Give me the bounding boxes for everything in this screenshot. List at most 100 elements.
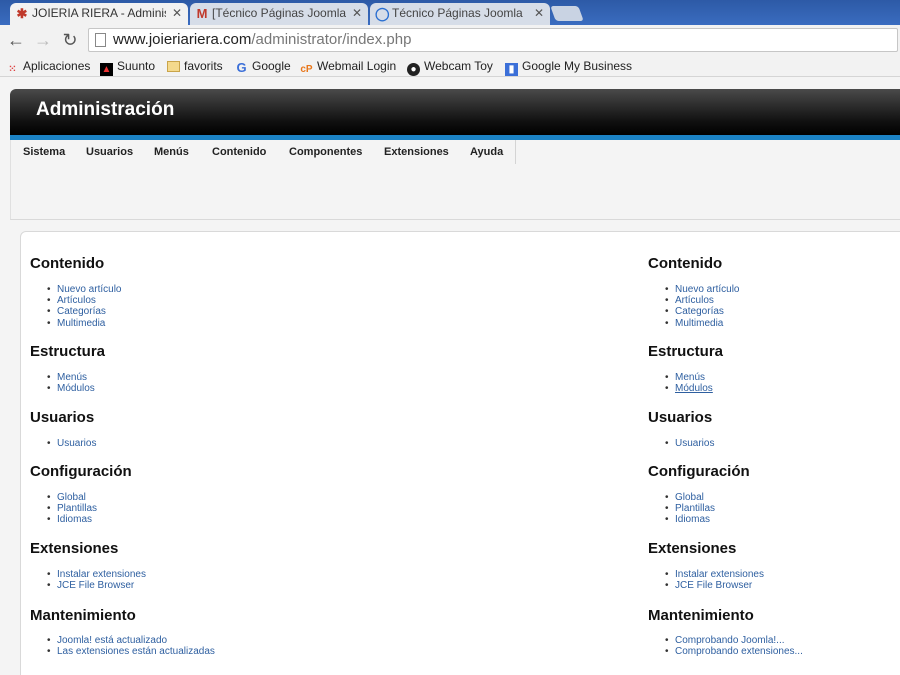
link-instalar-extensiones[interactable]: Instalar extensiones	[47, 569, 146, 580]
menu-contenido[interactable]: Contenido	[200, 140, 280, 164]
link-articulos[interactable]: Artículos	[47, 295, 121, 306]
tab-google-search[interactable]: ◯ Técnico Páginas Joomla ✕	[370, 3, 550, 25]
close-tab-icon[interactable]: ✕	[172, 3, 182, 23]
suunto-icon: ▲	[100, 63, 113, 76]
bookmark-label: Suunto	[117, 59, 156, 73]
bookmark-label: Google My Business	[522, 59, 633, 73]
link-nuevo-articulo[interactable]: Nuevo artículo	[47, 284, 122, 295]
google-icon: G	[236, 60, 247, 75]
menu-menus[interactable]: Menús	[142, 140, 202, 164]
tab-joieria-riera[interactable]: ✱ JOIERIA RIERA - Administr ✕	[10, 3, 188, 25]
bookmark-webcam-toy[interactable]: ● Webcam Toy	[407, 58, 493, 76]
page-title: Administración	[36, 99, 175, 120]
browser-tab-strip: ✱ JOIERIA RIERA - Administr ✕ M [Técnico…	[0, 0, 900, 25]
link-idiomas[interactable]: Idiomas	[47, 514, 97, 525]
menu-usuarios[interactable]: Usuarios	[74, 140, 147, 164]
link-usuarios[interactable]: Usuarios	[47, 438, 97, 449]
link-jce-file-browser[interactable]: JCE File Browser	[47, 580, 146, 591]
url-text: www.joieriariera.com/administrator/index…	[113, 31, 411, 48]
section-contenido: Contenido Nuevo artículo Artículos Categ…	[30, 255, 121, 329]
link-idiomas[interactable]: Idiomas	[665, 514, 715, 525]
section-heading: Configuración	[648, 463, 750, 480]
page-icon	[95, 33, 106, 47]
bookmark-favorits[interactable]: favorits	[167, 58, 223, 74]
section-estructura: Estructura Menús Módulos	[30, 343, 106, 395]
section-heading: Usuarios	[30, 409, 95, 426]
section-usuarios: Usuarios Usuarios	[648, 409, 714, 449]
section-heading: Estructura	[30, 343, 106, 360]
section-configuracion: Configuración Global Plantillas Idiomas	[30, 463, 132, 526]
link-nuevo-articulo[interactable]: Nuevo artículo	[665, 284, 740, 295]
bookmark-label: Aplicaciones	[23, 59, 91, 73]
back-arrow-icon[interactable]: ←	[6, 29, 26, 51]
tab-title: Técnico Páginas Joomla	[392, 6, 523, 20]
bookmark-aplicaciones[interactable]: ⁙ Aplicaciones	[6, 58, 90, 76]
menu-extensiones[interactable]: Extensiones	[372, 140, 462, 164]
section-estructura: Estructura Menús Módulos	[648, 343, 724, 395]
section-heading: Extensiones	[648, 540, 737, 557]
section-usuarios: Usuarios Usuarios	[30, 409, 96, 449]
menu-sistema[interactable]: Sistema	[11, 140, 79, 164]
webmail-icon: cP	[300, 64, 313, 75]
apps-grid-icon: ⁙	[8, 64, 17, 75]
menu-componentes[interactable]: Componentes	[277, 140, 376, 164]
link-global[interactable]: Global	[47, 492, 97, 503]
bookmark-google-my-business[interactable]: ▮ Google My Business	[505, 58, 632, 76]
section-heading: Extensiones	[30, 540, 119, 557]
link-comprobando-extensiones[interactable]: Comprobando extensiones...	[665, 646, 803, 657]
menu-ayuda[interactable]: Ayuda	[458, 140, 517, 164]
address-bar[interactable]: www.joieriariera.com/administrator/index…	[88, 28, 898, 52]
section-extensiones: Extensiones Instalar extensiones JCE Fil…	[648, 540, 764, 592]
link-menus[interactable]: Menús	[47, 372, 95, 383]
tab-title: JOIERIA RIERA - Administr	[32, 6, 166, 20]
section-heading: Contenido	[648, 255, 723, 272]
link-comprobando-joomla[interactable]: Comprobando Joomla!...	[665, 635, 803, 646]
link-multimedia[interactable]: Multimedia	[665, 318, 739, 329]
bookmark-google[interactable]: G Google	[235, 58, 291, 75]
section-heading: Estructura	[648, 343, 724, 360]
url-path: /administrator/index.php	[251, 31, 412, 48]
control-panel: Contenido Nuevo artículo Artículos Categ…	[20, 231, 900, 675]
section-heading: Usuarios	[648, 409, 713, 426]
tab-gmail[interactable]: M [Técnico Páginas Joomla] ✕	[190, 3, 368, 25]
link-categorias[interactable]: Categorías	[665, 306, 739, 317]
bookmark-suunto[interactable]: ▲ Suunto	[100, 58, 155, 76]
bookmark-webmail-login[interactable]: cP Webmail Login	[300, 58, 396, 76]
joomla-logo-icon: ✱	[16, 6, 28, 21]
link-menus[interactable]: Menús	[665, 372, 713, 383]
google-search-icon: ◯	[375, 6, 390, 21]
forward-arrow-icon[interactable]: →	[33, 29, 53, 51]
admin-page: Administración Sistema Usuarios Menús Co…	[0, 77, 900, 675]
link-usuarios[interactable]: Usuarios	[665, 438, 715, 449]
link-multimedia[interactable]: Multimedia	[47, 318, 121, 329]
section-contenido: Contenido Nuevo artículo Artículos Categ…	[648, 255, 739, 329]
browser-toolbar: ← → ↻ www.joieriariera.com/administrator…	[0, 25, 900, 55]
bookmark-label: Webcam Toy	[424, 59, 493, 73]
link-extensiones-actualizadas[interactable]: Las extensiones están actualizadas	[47, 646, 215, 657]
link-categorias[interactable]: Categorías	[47, 306, 121, 317]
new-tab-button[interactable]	[550, 6, 584, 21]
link-joomla-actualizado[interactable]: Joomla! está actualizado	[47, 635, 215, 646]
tab-title: [Técnico Páginas Joomla]	[212, 6, 346, 20]
link-jce-file-browser[interactable]: JCE File Browser	[665, 580, 764, 591]
section-extensiones: Extensiones Instalar extensiones JCE Fil…	[30, 540, 146, 592]
section-mantenimiento: Mantenimiento Joomla! está actualizado L…	[30, 607, 215, 658]
link-modulos[interactable]: Módulos	[665, 383, 713, 394]
section-heading: Mantenimiento	[30, 607, 136, 624]
close-tab-icon[interactable]: ✕	[534, 3, 544, 23]
link-plantillas[interactable]: Plantillas	[665, 503, 715, 514]
gmail-icon: M	[196, 6, 208, 21]
folder-icon	[167, 61, 180, 72]
bookmark-label: Google	[252, 59, 291, 73]
reload-icon[interactable]: ↻	[60, 29, 80, 51]
link-plantillas[interactable]: Plantillas	[47, 503, 97, 514]
link-articulos[interactable]: Artículos	[665, 295, 739, 306]
close-tab-icon[interactable]: ✕	[352, 3, 362, 23]
section-heading: Mantenimiento	[648, 607, 754, 624]
bookmark-label: favorits	[184, 59, 223, 73]
link-modulos[interactable]: Módulos	[47, 383, 95, 394]
link-global[interactable]: Global	[665, 492, 715, 503]
admin-menu-bar: Sistema Usuarios Menús Contenido Compone…	[10, 140, 900, 220]
section-heading: Configuración	[30, 463, 132, 480]
link-instalar-extensiones[interactable]: Instalar extensiones	[665, 569, 764, 580]
